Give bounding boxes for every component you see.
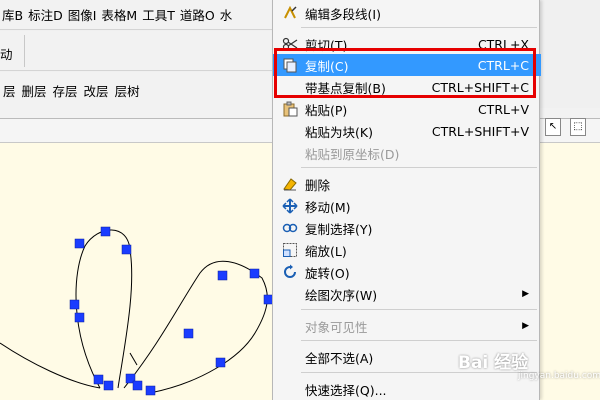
- grip-point[interactable]: [74, 312, 85, 323]
- grip-point[interactable]: [69, 299, 80, 310]
- menu-water[interactable]: 水: [218, 5, 236, 24]
- menu-item-shortcut: CTRL+SHIFT+C: [431, 79, 529, 95]
- menu-item-label: 删除: [305, 177, 331, 193]
- menu-item-label: 移动(M): [305, 199, 351, 215]
- watermark: Bai 经验 jingyan.baidu.com: [458, 342, 600, 388]
- menu-item-shortcut: CTRL+C: [477, 57, 529, 73]
- save-layer-button[interactable]: 存层: [50, 81, 81, 100]
- context-menu: 编辑多段线(I) 剪切(T) CTRL+X 复制(C) CTRL+C 带基点复制…: [272, 0, 541, 400]
- menu-item-label: 粘贴到原坐标(D): [305, 146, 400, 162]
- menu-item-shortcut: CTRL+V: [477, 101, 529, 117]
- edit-layer-button[interactable]: 改层: [81, 81, 112, 100]
- menu-item-label: 复制(C): [305, 58, 349, 74]
- grip-point[interactable]: [217, 270, 228, 281]
- stem-curve[interactable]: [0, 342, 101, 389]
- copy-icon: [282, 57, 298, 73]
- menu-item-paste[interactable]: 粘贴(P) CTRL+V: [273, 98, 541, 120]
- scissors-icon: [282, 36, 298, 52]
- polyline-edit-icon: [282, 5, 298, 21]
- tick-mark: [129, 352, 138, 366]
- main-toolbar: 动: [0, 31, 275, 71]
- rotate-icon: [282, 264, 298, 280]
- menu-item-scale[interactable]: 缩放(L): [273, 239, 541, 261]
- menu-item-label: 编辑多段线(I): [305, 6, 381, 22]
- menu-separator: [301, 309, 537, 310]
- menu-item-label: 快速选择(Q)...: [305, 382, 387, 398]
- menu-image[interactable]: 图像I: [66, 5, 100, 24]
- menu-bar: 库B 标注D 图像I 表格M 工具T 道路O 水: [0, 0, 275, 30]
- menu-item-label: 绘图次序(W): [305, 287, 378, 303]
- menu-item-label: 旋转(O): [305, 265, 350, 281]
- select-icon[interactable]: ↖: [545, 118, 561, 136]
- copy-select-icon: [282, 220, 298, 236]
- menu-item-label: 复制选择(Y): [305, 221, 373, 237]
- menu-road[interactable]: 道路O: [178, 5, 218, 24]
- menu-item-paste-as-block[interactable]: 粘贴为块(K) CTRL+SHIFT+V: [273, 120, 541, 142]
- menu-item-draw-order[interactable]: 绘图次序(W) ▶: [273, 283, 541, 305]
- move-icon: [282, 198, 298, 214]
- grip-point[interactable]: [103, 380, 114, 391]
- grip-point[interactable]: [132, 380, 143, 391]
- menu-item-cut[interactable]: 剪切(T) CTRL+X: [273, 33, 541, 55]
- grip-point[interactable]: [183, 328, 194, 339]
- menu-tools[interactable]: 工具T: [140, 5, 178, 24]
- menu-separator: [301, 27, 537, 28]
- layer-item[interactable]: 层: [0, 81, 19, 100]
- menu-item-paste-to-original-coords: 粘贴到原坐标(D): [273, 142, 541, 164]
- menu-dimension[interactable]: 标注D: [26, 5, 66, 24]
- watermark-url: jingyan.baidu.com: [518, 371, 600, 381]
- grip-point[interactable]: [93, 374, 104, 385]
- menu-separator: [301, 167, 537, 168]
- petal-curve-right[interactable]: [123, 260, 268, 394]
- menu-item-object-visibility: 对象可见性 ▶: [273, 315, 541, 337]
- watermark-logo: Bai 经验: [458, 353, 529, 373]
- grip-point[interactable]: [100, 226, 111, 237]
- menu-item-delete[interactable]: 删除: [273, 173, 541, 195]
- menu-library[interactable]: 库B: [0, 5, 26, 24]
- menu-item-copy-selection[interactable]: 复制选择(Y): [273, 217, 541, 239]
- menu-item-move[interactable]: 移动(M): [273, 195, 541, 217]
- menu-item-shortcut: CTRL+SHIFT+V: [431, 123, 529, 139]
- scale-icon: [282, 242, 298, 258]
- menu-item-label: 剪切(T): [305, 37, 348, 53]
- toolbar-separator: [24, 35, 25, 67]
- menu-item-rotate[interactable]: 旋转(O): [273, 261, 541, 283]
- delete-layer-button[interactable]: 删层: [19, 81, 50, 100]
- grip-point[interactable]: [74, 238, 85, 249]
- menu-table[interactable]: 表格M: [99, 5, 140, 24]
- menu-item-shortcut: CTRL+X: [477, 36, 529, 52]
- menu-item-label: 粘贴为块(K): [305, 124, 373, 140]
- grip-point[interactable]: [215, 357, 226, 368]
- grip-point[interactable]: [121, 244, 132, 255]
- menu-item-label: 粘贴(P): [305, 102, 348, 118]
- grip-point[interactable]: [249, 268, 260, 279]
- menu-item-label: 对象可见性: [305, 319, 368, 335]
- grip-point[interactable]: [145, 385, 156, 396]
- layer-tree-button[interactable]: 层树: [112, 81, 143, 100]
- layer-toolbar: 层 删层 存层 改层 层树: [0, 72, 275, 108]
- menu-item-edit-polyline[interactable]: 编辑多段线(I): [273, 2, 541, 24]
- submenu-arrow-icon: ▶: [522, 321, 529, 331]
- menu-separator: [301, 340, 537, 341]
- window-select-icon[interactable]: ⬚: [570, 118, 586, 136]
- menu-item-label: 带基点复制(B): [305, 80, 386, 96]
- menu-item-label: 缩放(L): [305, 243, 347, 259]
- toolbar-label[interactable]: 动: [0, 44, 13, 63]
- menu-item-copy[interactable]: 复制(C) CTRL+C: [273, 54, 541, 76]
- submenu-arrow-icon: ▶: [522, 289, 529, 299]
- eraser-icon: [282, 176, 298, 192]
- menu-item-label: 全部不选(A): [305, 350, 374, 366]
- paste-icon: [282, 101, 298, 117]
- menu-item-copy-with-basepoint[interactable]: 带基点复制(B) CTRL+SHIFT+C: [273, 76, 541, 98]
